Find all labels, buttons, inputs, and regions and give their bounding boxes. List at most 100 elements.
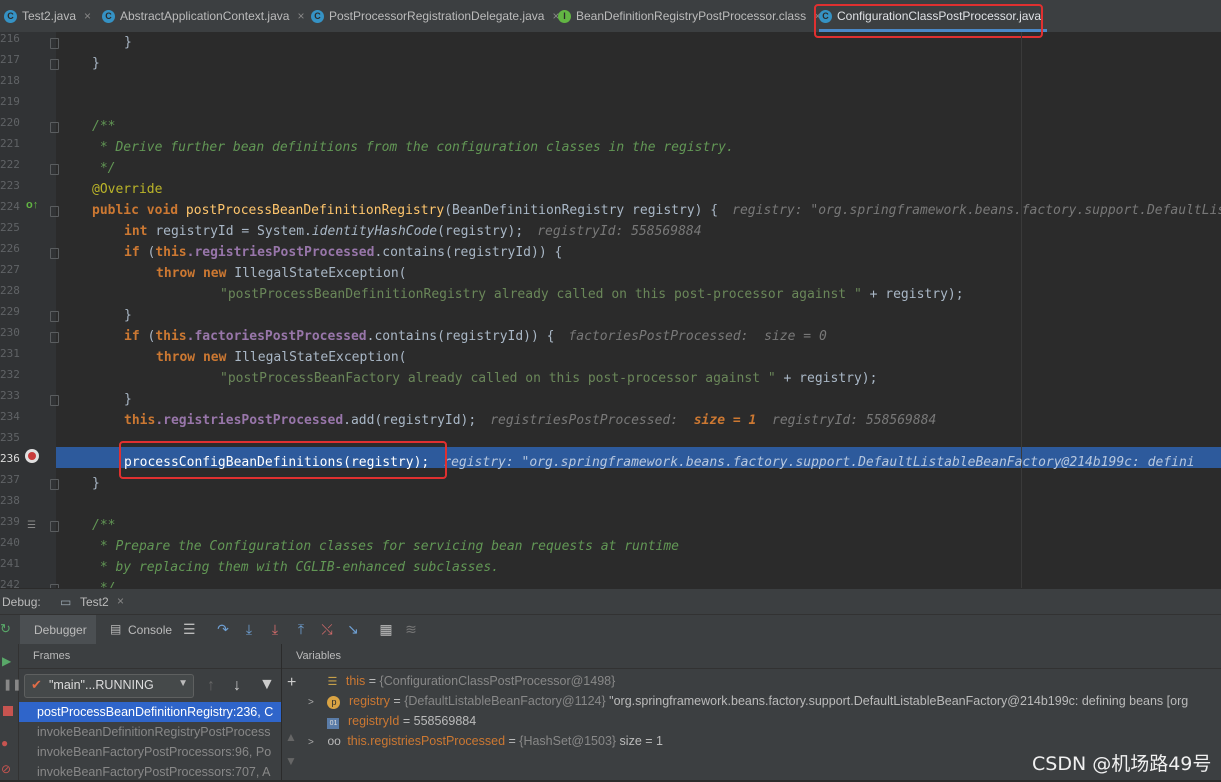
- code-field: .factoriesPostProcessed: [186, 329, 367, 344]
- line-number: 220: [0, 116, 20, 129]
- close-icon[interactable]: ×: [84, 9, 91, 23]
- frame-row[interactable]: invokeBeanDefinitionRegistryPostProcess: [19, 722, 281, 742]
- variable-row[interactable]: > p registry = {DefaultListableBeanFacto…: [308, 691, 1188, 711]
- parameter-icon: p: [327, 696, 341, 709]
- code-static-call: identityHashCode: [311, 224, 438, 239]
- expand-icon[interactable]: >: [308, 733, 324, 753]
- line-number: 226: [0, 242, 20, 255]
- expand-icon[interactable]: >: [308, 693, 324, 713]
- variable-value: 558569884: [413, 714, 477, 728]
- stop-icon[interactable]: [3, 706, 13, 716]
- view-breakpoints-icon[interactable]: ●: [1, 736, 8, 750]
- code-line: int registryId = System.identityHashCode…: [124, 221, 702, 242]
- code-keyword: this: [155, 245, 187, 260]
- line-number: 219: [0, 95, 20, 108]
- line-number: 230: [0, 326, 20, 339]
- close-icon[interactable]: ×: [117, 594, 124, 608]
- scroll-down-icon[interactable]: ▼: [285, 754, 299, 770]
- code-keyword: public void: [92, 203, 186, 218]
- code-text: .contains(registryId)) {: [374, 245, 563, 260]
- code-string: "postProcessBeanDefinitionRegistry alrea…: [220, 287, 862, 302]
- console-icon: ▤: [110, 622, 122, 636]
- frame-row[interactable]: invokeBeanFactoryPostProcessors:707, A: [19, 762, 281, 782]
- resume-icon[interactable]: ▶: [2, 654, 11, 668]
- step-into-icon[interactable]: ⤓: [242, 621, 256, 637]
- frames-header: Frames: [19, 644, 281, 669]
- add-watch-icon[interactable]: +: [287, 674, 296, 692]
- code-keyword: throw new: [156, 350, 235, 365]
- code-line: * by replacing them with CGLIB-enhanced …: [92, 557, 499, 578]
- tab-console[interactable]: Console: [128, 623, 172, 637]
- code-text: }: [92, 56, 100, 71]
- variable-row[interactable]: ☰ this = {ConfigurationClassPostProcesso…: [308, 671, 615, 691]
- force-step-into-icon[interactable]: ⤓: [268, 621, 282, 637]
- arrow-down-icon[interactable]: ↓: [233, 677, 241, 695]
- code-text: }: [124, 308, 132, 323]
- code-string: "postProcessBeanFactory already called o…: [220, 371, 776, 386]
- variable-eq: =: [399, 714, 414, 728]
- inline-debug-value: registryId: 558569884: [756, 413, 937, 428]
- primitive-icon: 01: [327, 718, 340, 729]
- line-number: 222: [0, 158, 20, 171]
- rerun-icon[interactable]: ↻: [0, 621, 11, 637]
- line-number: 238: [0, 494, 20, 507]
- frame-row[interactable]: postProcessBeanDefinitionRegistry:236, C: [19, 702, 281, 722]
- class-icon: C: [4, 9, 17, 23]
- code-line: this.registriesPostProcessed.add(registr…: [124, 410, 936, 431]
- variable-eq: =: [389, 694, 405, 708]
- thread-select[interactable]: ✔ "main"...RUNNING ▼: [24, 674, 194, 698]
- code-editor[interactable]: } } /** * Derive further bean definition…: [56, 32, 1221, 588]
- code-line: @Override: [92, 179, 162, 200]
- step-over-icon[interactable]: ↷: [216, 621, 230, 637]
- variable-type: {HashSet@1503}: [519, 734, 617, 748]
- run-to-cursor-icon[interactable]: ↘: [346, 621, 360, 637]
- variable-name: this.registriesPostProcessed: [347, 734, 506, 748]
- highlight-box-current-call: [119, 441, 447, 479]
- code-text: + registry);: [775, 371, 878, 386]
- code-annotation: @Override: [92, 182, 163, 197]
- filter-icon[interactable]: ▼: [259, 676, 275, 694]
- frame-row[interactable]: invokeBeanFactoryPostProcessors:96, Po: [19, 742, 281, 762]
- code-comment: * Derive further bean definitions from t…: [92, 140, 734, 155]
- interface-icon: I: [558, 9, 571, 23]
- tab-bean-definition-registry-post-processor[interactable]: I BeanDefinitionRegistryPostProcessor.cl…: [558, 0, 821, 32]
- code-text: .contains(registryId)) {: [366, 329, 555, 344]
- tab-debugger[interactable]: Debugger: [20, 615, 96, 645]
- breakpoint-icon[interactable]: [25, 449, 39, 463]
- debug-session-tab[interactable]: Test2: [80, 595, 109, 609]
- watch-glasses-icon: oo: [327, 734, 341, 748]
- code-comment: * Prepare the Configuration classes for …: [92, 539, 679, 554]
- code-line: * Derive further bean definitions from t…: [92, 137, 734, 158]
- tab-post-processor-registration-delegate[interactable]: C PostProcessorRegistrationDelegate.java…: [311, 0, 559, 32]
- evaluate-expression-icon[interactable]: ▦: [379, 621, 393, 637]
- tab-abstract-application-context[interactable]: C AbstractApplicationContext.java ×: [102, 0, 304, 32]
- line-number: 231: [0, 347, 20, 360]
- scroll-up-icon[interactable]: ▲: [285, 730, 299, 746]
- inline-debug-value: registry: "org.springframework.beans.fac…: [443, 455, 1195, 470]
- code-line: /**: [92, 515, 115, 536]
- drop-frame-icon[interactable]: ⤯: [320, 621, 334, 637]
- step-out-icon[interactable]: ⤒: [294, 621, 308, 637]
- menu-icon[interactable]: ☰: [183, 621, 196, 638]
- code-line: /**: [92, 116, 115, 137]
- close-icon[interactable]: ×: [297, 9, 304, 23]
- variable-row[interactable]: > oo this.registriesPostProcessed = {Has…: [308, 731, 663, 751]
- trace-icon[interactable]: ≋: [404, 621, 418, 637]
- line-number: 224: [0, 200, 20, 213]
- code-keyword: this: [124, 413, 156, 428]
- code-line: public void postProcessBeanDefinitionReg…: [92, 200, 1221, 221]
- code-field: .registriesPostProcessed: [186, 245, 375, 260]
- mute-breakpoints-icon[interactable]: ⊘: [1, 762, 11, 776]
- line-number: 240: [0, 536, 20, 549]
- tab-debugger-label: Debugger: [34, 623, 87, 637]
- variable-eq: =: [365, 674, 380, 688]
- code-line: throw new IllegalStateException(: [156, 263, 406, 284]
- arrow-up-icon[interactable]: ↑: [207, 677, 215, 695]
- tab-test2[interactable]: C Test2.java ×: [4, 0, 91, 32]
- code-method-name: postProcessBeanDefinitionRegistry: [185, 203, 445, 218]
- variable-row[interactable]: 01 registryId = 558569884: [308, 711, 476, 731]
- check-icon: ✔: [31, 677, 42, 692]
- code-line: if (this.registriesPostProcessed.contain…: [124, 242, 562, 263]
- tab-label: PostProcessorRegistrationDelegate.java: [329, 9, 545, 23]
- override-marker-icon[interactable]: o↑: [26, 199, 38, 211]
